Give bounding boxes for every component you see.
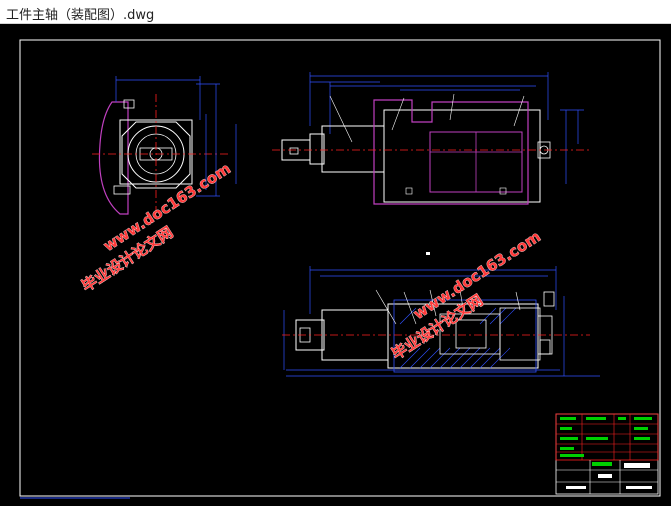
end-view [92,76,237,216]
drawing-svg: 毕业设计论文网 www.doc163.com 毕业设计论文网 www.doc16… [19,39,661,499]
drawing-canvas[interactable]: 毕业设计论文网 www.doc163.com 毕业设计论文网 www.doc16… [0,24,671,506]
watermark-right: 毕业设计论文网 www.doc163.com [388,227,544,364]
document-title: 工件主轴（装配图）.dwg [6,8,155,23]
top-view-tip [289,147,299,155]
title-block [555,413,659,495]
end-view-housing [98,101,129,215]
section-marker [426,252,430,255]
top-view-motor [321,125,385,173]
title-bar: 工件主轴（装配图）.dwg [0,0,671,24]
title-block-entries [560,417,652,466]
top-view [272,72,590,205]
end-view-bracket-top [123,99,135,109]
